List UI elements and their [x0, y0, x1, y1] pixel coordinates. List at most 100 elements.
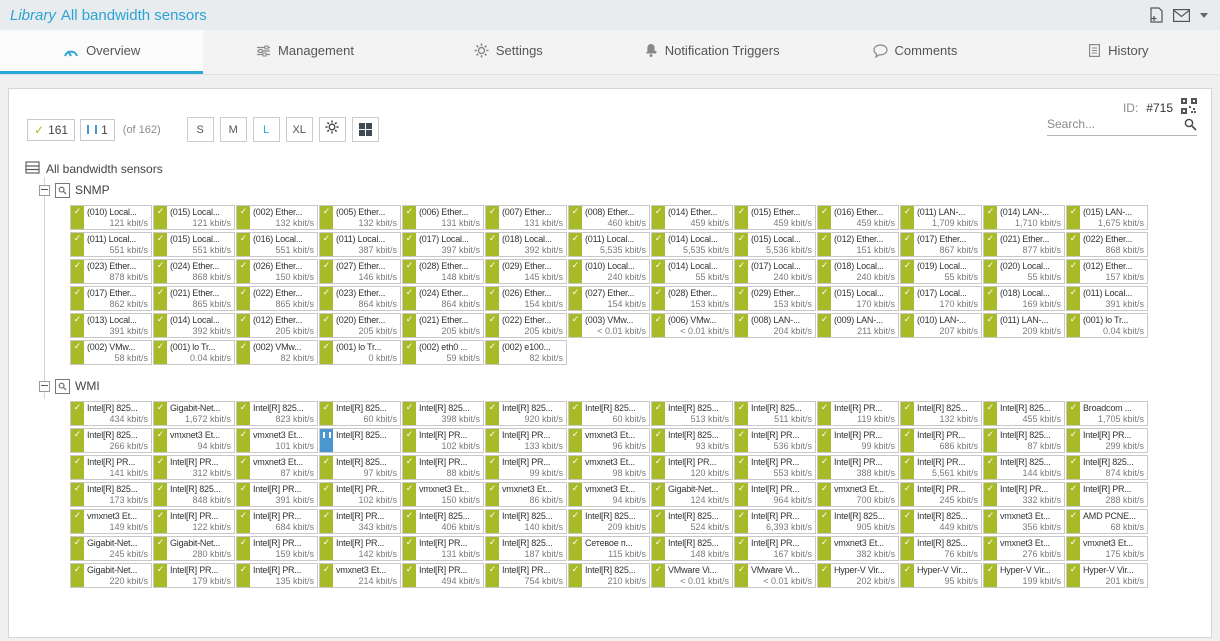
sensor-tile[interactable]: ✓(018) Local...392 kbit/s	[485, 232, 567, 257]
sensor-tile[interactable]: ✓(007) Ether...131 kbit/s	[485, 205, 567, 230]
sensor-tile[interactable]: ✓Intel[R] 825...905 kbit/s	[817, 509, 899, 534]
sensor-tile[interactable]: ✓(026) Ether...150 kbit/s	[236, 259, 318, 284]
sensor-tile[interactable]: ✓Intel[R] 825...93 kbit/s	[651, 428, 733, 453]
sensor-tile[interactable]: ✓(014) Local...55 kbit/s	[651, 259, 733, 284]
sensor-tile[interactable]: ✓(021) Ether...877 kbit/s	[983, 232, 1065, 257]
sensor-tile[interactable]: ✓Intel[R] 825...60 kbit/s	[319, 401, 401, 426]
sensor-tile[interactable]: ✓(026) Ether...154 kbit/s	[485, 286, 567, 311]
sensor-tile[interactable]: ✓Intel[R] 825...848 kbit/s	[153, 482, 235, 507]
sensor-tile[interactable]: ✓(013) Local...391 kbit/s	[70, 313, 152, 338]
sensor-tile[interactable]: ✓(011) Local...387 kbit/s	[319, 232, 401, 257]
sensor-tile[interactable]: ✓(023) Ether...878 kbit/s	[70, 259, 152, 284]
sensor-tile[interactable]: ✓Intel[R] 825...513 kbit/s	[651, 401, 733, 426]
sensor-tile[interactable]: ✓(028) Ether...148 kbit/s	[402, 259, 484, 284]
sensor-tile[interactable]: ✓(001) lo Tr...0.04 kbit/s	[1066, 313, 1148, 338]
sensor-tile[interactable]: ✓(016) Ether...459 kbit/s	[817, 205, 899, 230]
sensor-tile[interactable]: ✓Intel[R] PR...88 kbit/s	[402, 455, 484, 480]
sensor-tile[interactable]: ✓(021) Ether...205 kbit/s	[402, 313, 484, 338]
sensor-tile[interactable]: ✓(028) Ether...153 kbit/s	[651, 286, 733, 311]
sensor-tile[interactable]: ✓Intel[R] 825...144 kbit/s	[983, 455, 1065, 480]
sensor-tile[interactable]: ✓Intel[R] PR...167 kbit/s	[734, 536, 816, 561]
sensor-tile[interactable]: ✓Intel[R] PR...391 kbit/s	[236, 482, 318, 507]
sensor-tile[interactable]: ✓vmxnet3 Et...98 kbit/s	[568, 455, 650, 480]
dropdown-caret-icon[interactable]	[1200, 13, 1208, 18]
sensor-tile[interactable]: ✓(015) Ether...459 kbit/s	[734, 205, 816, 230]
size-button-m[interactable]: M	[220, 117, 247, 142]
sensor-tile[interactable]: ✓Intel[R] PR...141 kbit/s	[70, 455, 152, 480]
sensor-tile[interactable]: ✓Intel[R] PR...120 kbit/s	[651, 455, 733, 480]
sensor-tile[interactable]: ✓Сетевое п...115 kbit/s	[568, 536, 650, 561]
sensor-tile[interactable]: ✓Intel[R] PR...102 kbit/s	[402, 428, 484, 453]
sensor-tile[interactable]: ✓(017) Local...240 kbit/s	[734, 259, 816, 284]
sensor-tile[interactable]: ✓(006) Ether...131 kbit/s	[402, 205, 484, 230]
sensor-tile[interactable]: ✓Gigabit-Net...1,672 kbit/s	[153, 401, 235, 426]
sensor-tile[interactable]: ✓vmxnet3 Et...150 kbit/s	[402, 482, 484, 507]
sensor-tile[interactable]: ✓vmxnet3 Et...175 kbit/s	[1066, 536, 1148, 561]
sensor-tile[interactable]: ✓Intel[R] PR...288 kbit/s	[1066, 482, 1148, 507]
sensor-tile[interactable]: ✓(020) Ether...205 kbit/s	[319, 313, 401, 338]
sensor-tile[interactable]: ✓vmxnet3 Et...94 kbit/s	[153, 428, 235, 453]
sensor-tile[interactable]: ✓Intel[R] 825...60 kbit/s	[568, 401, 650, 426]
sensor-tile[interactable]: ✓(011) Local...5,535 kbit/s	[568, 232, 650, 257]
sensor-tile[interactable]: ✓VMware Vi...< 0.01 kbit/s	[651, 563, 733, 588]
sensor-tile[interactable]: ✓Intel[R] 825...87 kbit/s	[983, 428, 1065, 453]
paused-sensors-badge[interactable]: 1	[80, 119, 115, 141]
sensor-tile[interactable]: ✓vmxnet3 Et...149 kbit/s	[70, 509, 152, 534]
sensor-tile[interactable]: ✓(002) Ether...132 kbit/s	[236, 205, 318, 230]
sensor-tile[interactable]: ✓(001) lo Tr...0.04 kbit/s	[153, 340, 235, 365]
sensor-tile[interactable]: ✓Gigabit-Net...124 kbit/s	[651, 482, 733, 507]
sensor-tile[interactable]: ✓(024) Ether...868 kbit/s	[153, 259, 235, 284]
sensor-tile[interactable]: ✓(017) Local...397 kbit/s	[402, 232, 484, 257]
sensor-tile[interactable]: ✓(005) Ether...132 kbit/s	[319, 205, 401, 230]
tile-view-button[interactable]	[352, 117, 379, 142]
sensor-tile[interactable]: ✓(016) Local...551 kbit/s	[236, 232, 318, 257]
tab-comments[interactable]: Comments	[813, 30, 1016, 74]
sensor-tile[interactable]: ✓(011) LAN-...1,709 kbit/s	[900, 205, 982, 230]
sensor-tile[interactable]: ✓Hyper-V Vir...201 kbit/s	[1066, 563, 1148, 588]
sensor-tile[interactable]: ✓Intel[R] 825...920 kbit/s	[485, 401, 567, 426]
sensor-tile[interactable]: ✓(027) Ether...154 kbit/s	[568, 286, 650, 311]
size-button-s[interactable]: S	[187, 117, 214, 142]
sensor-tile[interactable]: ✓Intel[R] PR...99 kbit/s	[485, 455, 567, 480]
sensor-tile[interactable]: ✓Intel[R] PR...332 kbit/s	[983, 482, 1065, 507]
sensor-tile[interactable]: ✓Intel[R] PR...99 kbit/s	[817, 428, 899, 453]
sensor-tile[interactable]: ✓vmxnet3 Et...214 kbit/s	[319, 563, 401, 588]
sensor-tile[interactable]: ✓Intel[R] PR...536 kbit/s	[734, 428, 816, 453]
sensor-tile[interactable]: ✓(003) VMw...< 0.01 kbit/s	[568, 313, 650, 338]
sensor-tile[interactable]: ✓(015) Local...121 kbit/s	[153, 205, 235, 230]
sensor-tile[interactable]: ✓Intel[R] PR...964 kbit/s	[734, 482, 816, 507]
size-button-l[interactable]: L	[253, 117, 280, 142]
sensor-tile[interactable]: ✓Intel[R] PR...102 kbit/s	[319, 482, 401, 507]
sensor-tile[interactable]: ✓Intel[R] PR...388 kbit/s	[817, 455, 899, 480]
sensor-tile[interactable]: ✓Gigabit-Net...220 kbit/s	[70, 563, 152, 588]
sensor-tile[interactable]: ✓(017) Ether...867 kbit/s	[900, 232, 982, 257]
sensor-tile[interactable]: ✓Intel[R] PR...312 kbit/s	[153, 455, 235, 480]
sensor-tile[interactable]: ✓Gigabit-Net...245 kbit/s	[70, 536, 152, 561]
sensor-tile[interactable]: ✓Hyper-V Vir...199 kbit/s	[983, 563, 1065, 588]
tree-root[interactable]: All bandwidth sensors	[25, 159, 1201, 179]
sensor-tile[interactable]: ✓Intel[R] 825...76 kbit/s	[900, 536, 982, 561]
sensor-tile[interactable]: ✓Intel[R] PR...245 kbit/s	[900, 482, 982, 507]
sensor-tile[interactable]: ✓(021) Ether...865 kbit/s	[153, 286, 235, 311]
sensor-tile[interactable]: ✓(010) Local...240 kbit/s	[568, 259, 650, 284]
sensor-tile[interactable]: ✓(022) Ether...868 kbit/s	[1066, 232, 1148, 257]
sensor-tile[interactable]: ✓vmxnet3 Et...276 kbit/s	[983, 536, 1065, 561]
sensor-tile[interactable]: ✓vmxnet3 Et...96 kbit/s	[568, 428, 650, 453]
tab-history[interactable]: History	[1017, 30, 1220, 74]
sensor-tile[interactable]: ✓AMD PCNE...68 kbit/s	[1066, 509, 1148, 534]
sensor-tile[interactable]: ✓Intel[R] 825...209 kbit/s	[568, 509, 650, 534]
sensor-tile[interactable]: ✓(015) Local...5,536 kbit/s	[734, 232, 816, 257]
sensor-tile[interactable]: ✓vmxnet3 Et...86 kbit/s	[485, 482, 567, 507]
group-header-snmp[interactable]: SNMP	[39, 179, 1201, 201]
tab-notification-triggers[interactable]: Notification Triggers	[610, 30, 813, 74]
sensor-tile[interactable]: ✓(014) Local...5,535 kbit/s	[651, 232, 733, 257]
sensor-tile[interactable]: ✓(022) Ether...205 kbit/s	[485, 313, 567, 338]
sensor-tile[interactable]: ✓VMware Vi...< 0.01 kbit/s	[734, 563, 816, 588]
sensor-tile[interactable]: ✓Intel[R] 825...173 kbit/s	[70, 482, 152, 507]
sensor-tile[interactable]: ✓Intel[R] 825...511 kbit/s	[734, 401, 816, 426]
sensor-tile[interactable]: ✓Intel[R] 825...97 kbit/s	[319, 455, 401, 480]
sensor-tile[interactable]: ✓Intel[R] 825...449 kbit/s	[900, 509, 982, 534]
sensor-tile[interactable]: ✓(027) Ether...146 kbit/s	[319, 259, 401, 284]
sensor-tile[interactable]: ✓(018) Local...240 kbit/s	[817, 259, 899, 284]
sensor-tile[interactable]: ✓Intel[R] 825...874 kbit/s	[1066, 455, 1148, 480]
